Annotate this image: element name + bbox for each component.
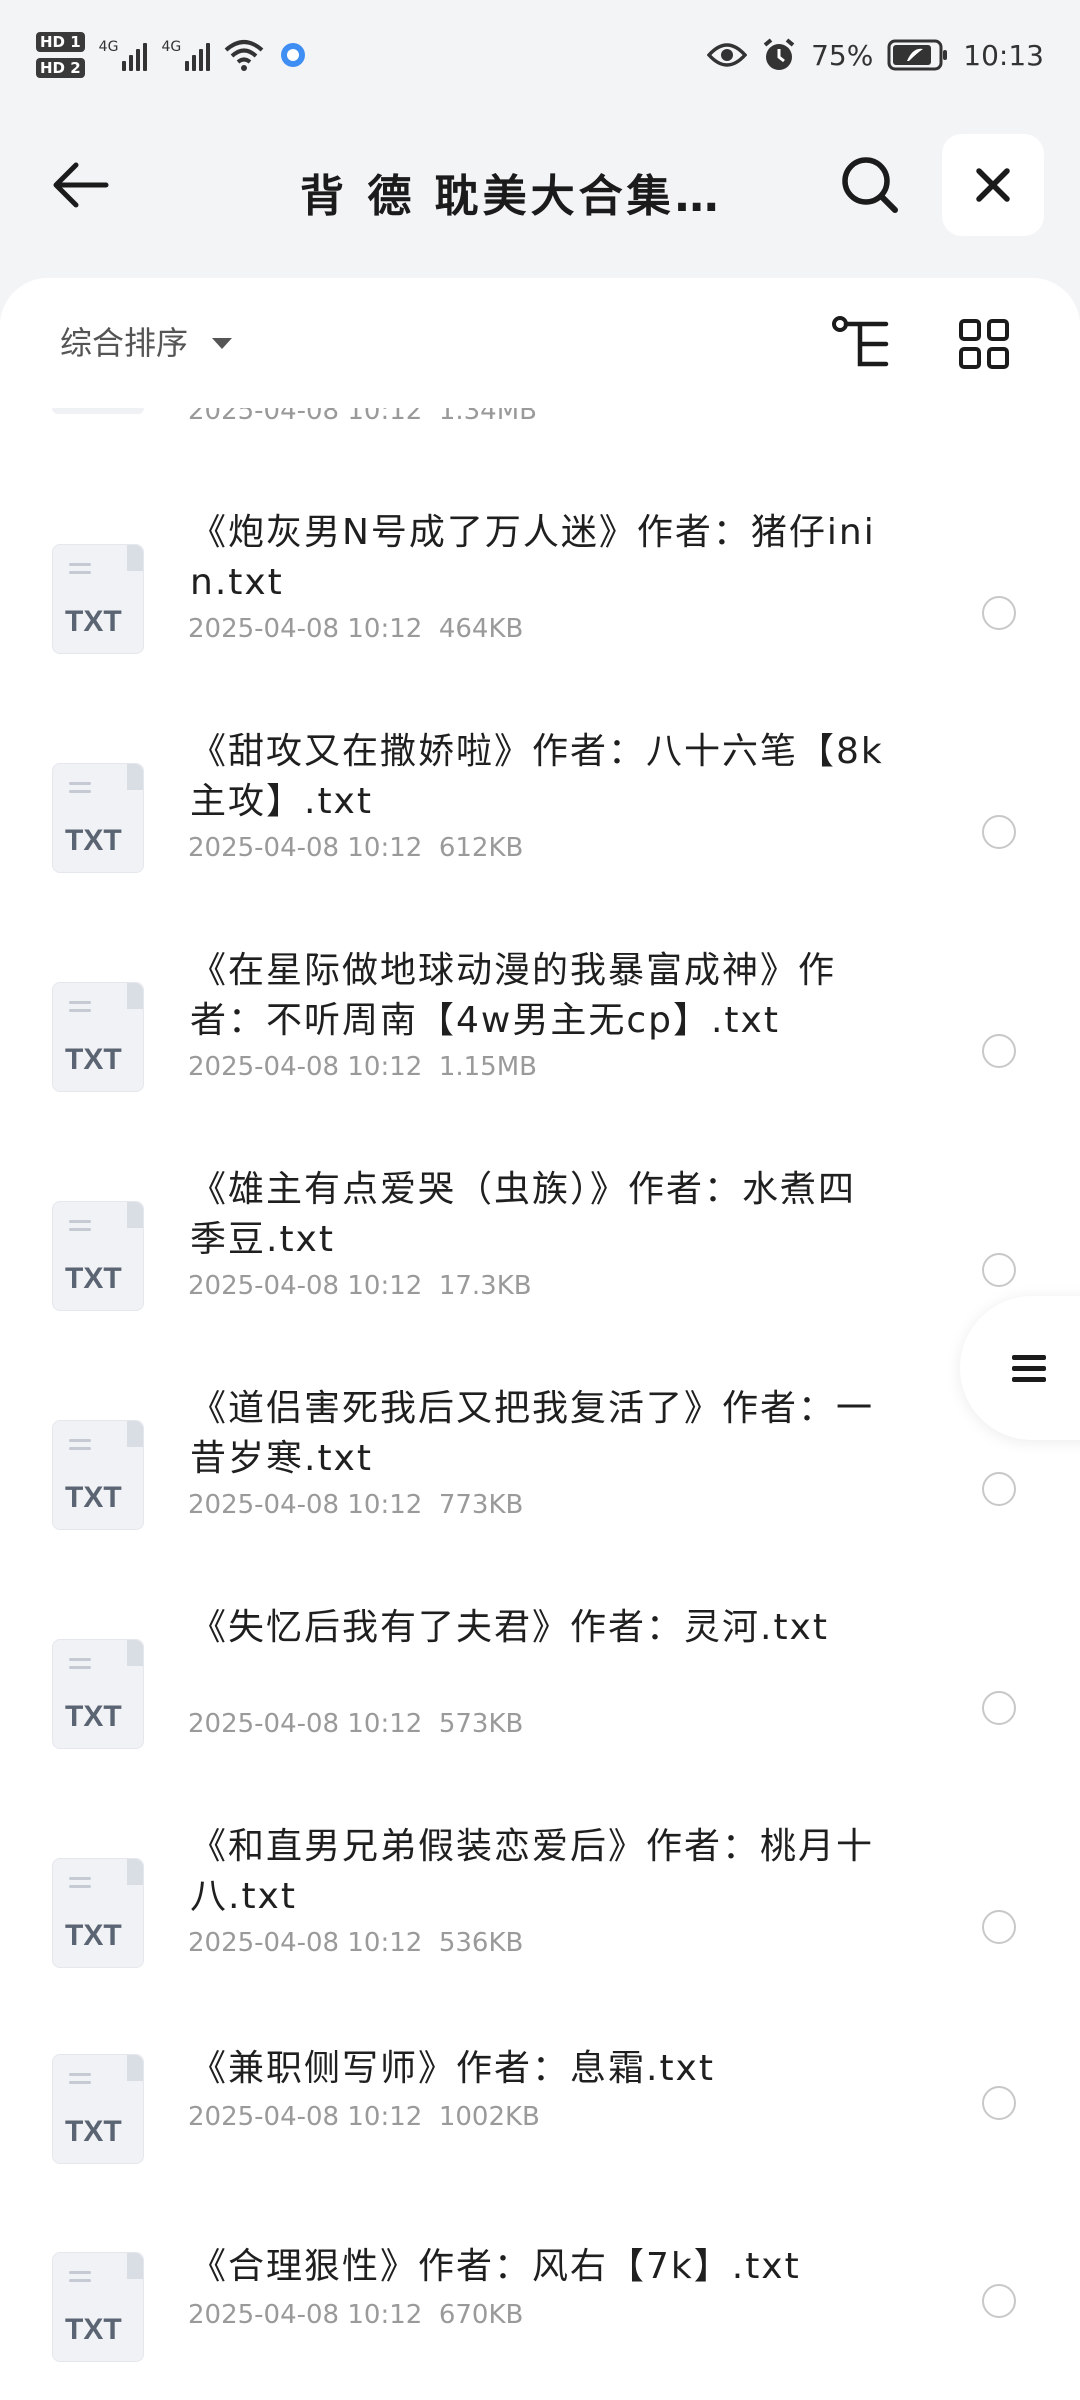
file-size: 1.15MB <box>438 1052 537 1082</box>
txt-file-icon: TXT <box>52 982 144 1092</box>
list-item[interactable]: TXT 《炮灰男N号成了万人迷》作者：猪仔inin.txt 2025-04-08… <box>0 508 1080 708</box>
grid-view-icon[interactable] <box>958 318 1010 370</box>
app-header: 背 德 耽美大合集… <box>0 130 1080 240</box>
file-date: 2025-04-08 10:12 <box>188 614 423 644</box>
txt-file-icon: TXT <box>52 1858 144 1968</box>
file-size: 612KB <box>438 833 524 863</box>
file-size: 464KB <box>438 614 524 644</box>
list-item[interactable]: TXT 《兼职侧写师》作者：息霜.txt 2025-04-08 10:12 10… <box>0 2044 1080 2244</box>
sim2-badge: HD 2 <box>36 58 85 78</box>
txt-file-icon: TXT <box>52 1201 144 1311</box>
txt-file-icon: TXT <box>52 2054 144 2164</box>
alarm-icon <box>763 38 795 70</box>
file-meta: 2025-04-08 10:12 536KB <box>188 1928 523 1958</box>
txt-file-icon: TXT <box>52 544 144 654</box>
search-icon <box>842 157 898 213</box>
list-item[interactable]: TXT 《和直男兄弟假装恋爱后》作者：桃月十八.txt 2025-04-08 1… <box>0 1822 1080 2022</box>
select-radio[interactable] <box>982 1910 1016 1944</box>
signal-icon-2: 4G <box>161 39 211 71</box>
file-meta: 2025-04-08 10:12 17.3KB <box>188 1271 532 1301</box>
select-radio[interactable] <box>982 2086 1016 2120</box>
txt-file-icon: TXT <box>52 2252 144 2362</box>
file-name: 《道侣害死我后又把我复活了》作者：一昔岁寒.txt <box>190 1388 875 1479</box>
file-name: 《在星际做地球动漫的我暴富成神》作者：不听周南【4w男主无cp】.txt <box>190 950 837 1041</box>
caret-down-icon <box>212 337 233 349</box>
sim-indicators: HD 1 HD 2 <box>36 32 85 78</box>
file-meta: 2025-04-08 10:12 670KB <box>188 2300 523 2330</box>
list-item[interactable]: TXT 《合理狠性》作者：风右【7k】.txt 2025-04-08 10:12… <box>0 2242 1080 2400</box>
app-notification-icon <box>281 43 306 67</box>
file-size: 1002KB <box>438 2102 540 2132</box>
arrow-left-icon <box>53 162 109 208</box>
file-name: 《失忆后我有了夫君》作者：灵河.txt <box>190 1607 829 1648</box>
search-button[interactable] <box>830 150 910 220</box>
select-radio[interactable] <box>982 2284 1016 2318</box>
file-name: 《雄主有点爱哭（虫族）》作者：水煮四季豆.txt <box>190 1169 857 1260</box>
file-name: 《合理狠性》作者：风右【7k】.txt <box>190 2246 801 2287</box>
wifi-icon <box>224 40 264 71</box>
file-date: 2025-04-08 10:12 <box>188 1490 423 1520</box>
signal-icon: 4G <box>99 39 148 71</box>
file-meta: 2025-04-08 10:12 612KB <box>188 833 523 863</box>
file-date: 2025-04-08 10:12 <box>188 1709 423 1739</box>
network-type-label: 4G <box>98 39 119 55</box>
close-button[interactable] <box>942 134 1044 236</box>
page-title: 背 德 耽美大合集… <box>300 171 723 222</box>
status-left: HD 1 HD 2 4G 4G <box>36 32 308 78</box>
hamburger-icon <box>1012 1349 1046 1388</box>
file-date: 2025-04-08 10:12 <box>188 1271 423 1301</box>
tree-view-icon[interactable] <box>830 314 894 374</box>
file-name: 《甜攻又在撒娇啦》作者：八十六笔【8k主攻】.txt <box>190 731 884 822</box>
file-date: 2025-04-08 10:12 <box>188 1052 423 1082</box>
file-size: 773KB <box>438 1490 524 1520</box>
status-right: 75% 10:13 <box>707 37 1044 73</box>
battery-icon <box>887 39 948 71</box>
file-date: 2025-04-08 10:12 <box>188 2102 423 2132</box>
select-radio[interactable] <box>982 1472 1016 1506</box>
network-type-label-2: 4G <box>161 39 182 55</box>
txt-file-icon: TXT <box>52 1420 144 1530</box>
file-meta: 2025-04-08 10:12 773KB <box>188 1490 523 1520</box>
clock: 10:13 <box>963 38 1044 72</box>
select-radio[interactable] <box>982 1691 1016 1725</box>
sort-dropdown[interactable]: 综合排序 <box>60 318 233 364</box>
txt-file-icon: TXT <box>52 1639 144 1749</box>
file-size: 670KB <box>438 2300 524 2330</box>
sort-label: 综合排序 <box>60 324 189 362</box>
select-radio[interactable] <box>982 1253 1016 1287</box>
file-date: 2025-04-08 10:12 <box>188 2300 423 2330</box>
file-size: 573KB <box>438 1709 524 1739</box>
select-radio[interactable] <box>982 596 1016 630</box>
status-bar: HD 1 HD 2 4G 4G 75% 10:13 <box>0 0 1080 110</box>
select-radio[interactable] <box>982 1034 1016 1068</box>
file-meta: 2025-04-08 10:12 1.15MB <box>188 1052 537 1082</box>
file-size: 17.3KB <box>438 1271 532 1301</box>
file-panel: 综合排序 2025-04-08 10:12 1.34MB TXT 《炮灰男N号成… <box>0 278 1080 2400</box>
battery-percent: 75% <box>811 38 874 72</box>
select-radio[interactable] <box>982 815 1016 849</box>
file-meta: 2025-04-08 10:12 573KB <box>188 1709 523 1739</box>
file-meta: 2025-04-08 10:12 1002KB <box>188 2102 540 2132</box>
file-date: 2025-04-08 10:12 <box>188 833 423 863</box>
file-name: 《炮灰男N号成了万人迷》作者：猪仔inin.txt <box>190 512 876 603</box>
back-button[interactable] <box>40 152 120 218</box>
list-item[interactable]: TXT 《道侣害死我后又把我复活了》作者：一昔岁寒.txt 2025-04-08… <box>0 1384 1080 1584</box>
file-size: 536KB <box>438 1928 524 1958</box>
file-date: 2025-04-08 10:12 <box>188 1928 423 1958</box>
file-name: 《和直男兄弟假装恋爱后》作者：桃月十八.txt <box>190 1826 875 1917</box>
txt-file-icon: TXT <box>52 763 144 873</box>
list-item[interactable]: TXT 《甜攻又在撒娇啦》作者：八十六笔【8k主攻】.txt 2025-04-0… <box>0 727 1080 927</box>
list-item[interactable]: TXT 《失忆后我有了夫君》作者：灵河.txt 2025-04-08 10:12… <box>0 1603 1080 1803</box>
sim1-badge: HD 1 <box>36 32 85 52</box>
list-item[interactable]: TXT 《雄主有点爱哭（虫族）》作者：水煮四季豆.txt 2025-04-08 … <box>0 1165 1080 1365</box>
file-name: 《兼职侧写师》作者：息霜.txt <box>190 2048 715 2089</box>
eye-icon <box>707 43 748 67</box>
close-icon <box>976 168 1010 202</box>
list-item[interactable]: TXT 《在星际做地球动漫的我暴富成神》作者：不听周南【4w男主无cp】.txt… <box>0 946 1080 1146</box>
file-meta: 2025-04-08 10:12 464KB <box>188 614 523 644</box>
list-toolbar: 综合排序 <box>0 278 1080 408</box>
